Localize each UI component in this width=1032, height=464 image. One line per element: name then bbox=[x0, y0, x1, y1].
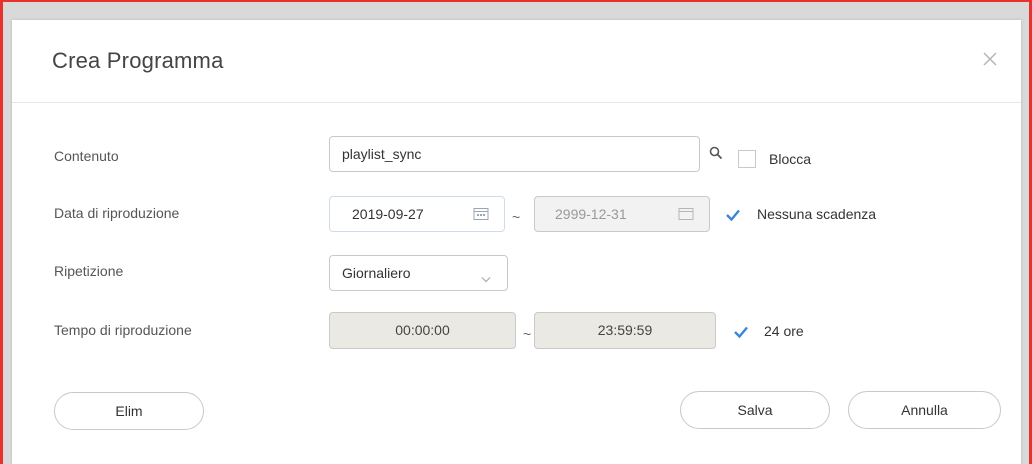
all-day-label: 24 ore bbox=[764, 323, 804, 339]
start-time-input[interactable]: 00:00:00 bbox=[329, 312, 516, 349]
repeat-select[interactable]: Giornaliero bbox=[329, 255, 508, 291]
start-date-input[interactable]: 2019-09-27 bbox=[329, 196, 505, 232]
close-icon[interactable] bbox=[979, 48, 1001, 70]
dialog-title: Crea Programma bbox=[52, 48, 224, 73]
content-label: Contenuto bbox=[54, 148, 119, 164]
window-frame-top bbox=[0, 0, 1032, 2]
repeat-value: Giornaliero bbox=[342, 265, 411, 281]
lock-checkbox[interactable] bbox=[738, 150, 756, 168]
date-range-separator: ~ bbox=[512, 209, 521, 225]
create-schedule-dialog: Crea Programma Contenuto playlist_sync B… bbox=[12, 20, 1021, 464]
content-input[interactable]: playlist_sync bbox=[329, 136, 700, 172]
search-icon[interactable] bbox=[709, 146, 723, 165]
start-time-value: 00:00:00 bbox=[395, 322, 450, 338]
cancel-button[interactable]: Annulla bbox=[848, 391, 1001, 429]
content-value: playlist_sync bbox=[342, 146, 422, 162]
lock-label: Blocca bbox=[769, 151, 812, 167]
end-time-input[interactable]: 23:59:59 bbox=[534, 312, 716, 349]
no-expiry-label: Nessuna scadenza bbox=[757, 206, 877, 222]
play-time-label: Tempo di riproduzione bbox=[54, 322, 192, 338]
calendar-icon[interactable] bbox=[678, 207, 694, 224]
dialog-header: Crea Programma bbox=[12, 20, 1021, 103]
save-button[interactable]: Salva bbox=[680, 391, 830, 429]
end-time-value: 23:59:59 bbox=[597, 322, 653, 338]
calendar-icon[interactable] bbox=[473, 207, 489, 224]
repeat-label: Ripetizione bbox=[54, 263, 124, 279]
play-date-label: Data di riproduzione bbox=[54, 205, 180, 221]
time-range-separator: ~ bbox=[523, 326, 532, 342]
chevron-down-icon bbox=[481, 270, 491, 286]
no-expiry-check-icon[interactable] bbox=[724, 206, 742, 224]
delete-button[interactable]: Elim bbox=[54, 392, 204, 430]
start-date-value: 2019-09-27 bbox=[352, 206, 424, 222]
all-day-check-icon[interactable] bbox=[732, 323, 750, 341]
window-frame-left bbox=[0, 0, 3, 464]
end-date-value: 2999-12-31 bbox=[555, 206, 627, 222]
end-date-input[interactable]: 2999-12-31 bbox=[534, 196, 710, 232]
